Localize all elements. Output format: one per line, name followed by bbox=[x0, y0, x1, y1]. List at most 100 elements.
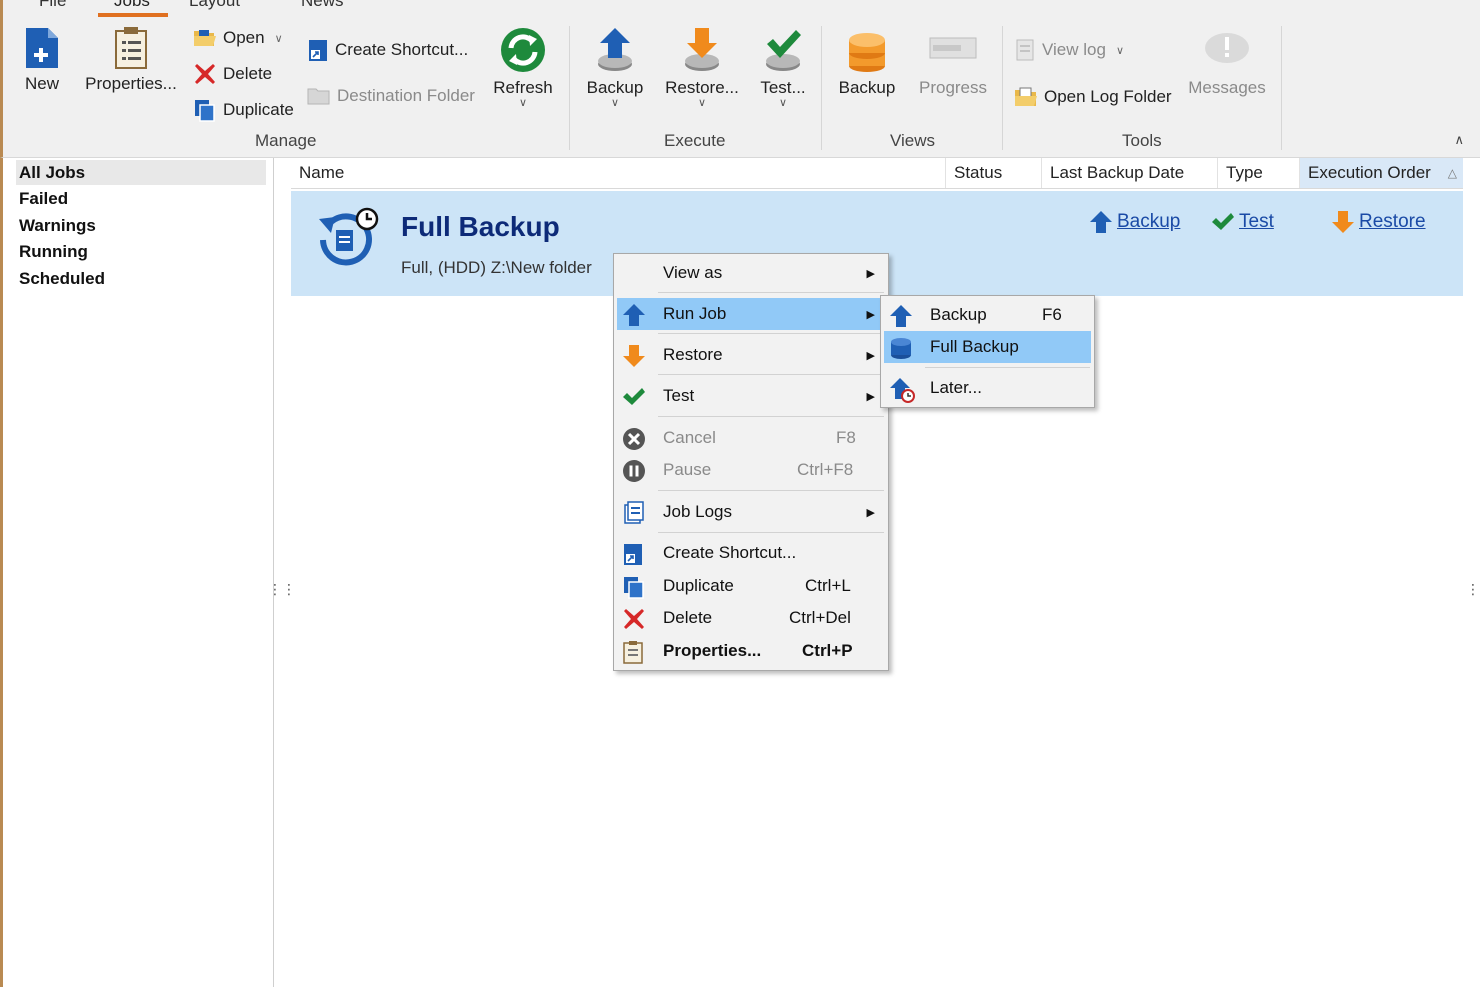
job-backup-link-label: Backup bbox=[1117, 211, 1181, 232]
filter-running[interactable]: Running bbox=[16, 239, 266, 264]
column-status[interactable]: Status bbox=[945, 158, 1041, 188]
menu-properties-label: Properties... bbox=[663, 641, 762, 660]
menu-duplicate[interactable]: Duplicate Ctrl+L bbox=[617, 570, 885, 602]
tab-file[interactable]: File bbox=[39, 0, 66, 11]
delete-x-icon bbox=[624, 609, 644, 629]
filter-all-jobs[interactable]: All Jobs bbox=[16, 160, 266, 185]
filter-scheduled[interactable]: Scheduled bbox=[16, 266, 266, 291]
chevron-down-icon: ∨ bbox=[697, 97, 707, 109]
duplicate-button[interactable]: Duplicate bbox=[193, 98, 294, 122]
chevron-down-icon: ∨ bbox=[274, 32, 283, 45]
job-test-link[interactable]: Test bbox=[1211, 210, 1274, 234]
job-title: Full Backup bbox=[401, 211, 560, 242]
job-logs-icon bbox=[624, 501, 644, 524]
tab-news[interactable]: News bbox=[301, 0, 344, 11]
submenu-later[interactable]: Later... bbox=[884, 372, 1091, 404]
execute-backup-label: Backup bbox=[586, 78, 644, 97]
open-log-folder-button[interactable]: Open Log Folder bbox=[1014, 85, 1172, 109]
menu-view-as[interactable]: View as ▶ bbox=[617, 257, 885, 289]
submenu-backup-shortcut: F6 bbox=[1042, 305, 1062, 324]
menu-job-logs[interactable]: Job Logs ▶ bbox=[617, 496, 885, 528]
duplicate-icon bbox=[195, 100, 215, 122]
log-icon bbox=[1016, 39, 1034, 61]
menu-separator bbox=[658, 374, 884, 375]
menu-restore[interactable]: Restore ▶ bbox=[617, 339, 885, 371]
clipboard-icon bbox=[115, 27, 147, 69]
view-progress-button[interactable]: Progress bbox=[915, 26, 991, 98]
submenu-arrow-icon: ▶ bbox=[866, 506, 875, 519]
database-icon bbox=[891, 338, 911, 359]
column-name[interactable]: Name bbox=[291, 158, 945, 188]
menu-create-shortcut[interactable]: Create Shortcut... bbox=[617, 537, 885, 569]
filter-warnings[interactable]: Warnings bbox=[16, 213, 266, 238]
submenu-backup[interactable]: Backup F6 bbox=[884, 299, 1091, 331]
filter-failed[interactable]: Failed bbox=[16, 186, 266, 211]
ribbon-tabs: File Jobs Layout News bbox=[0, 0, 1480, 18]
shortcut-icon bbox=[309, 40, 327, 61]
open-label: Open bbox=[223, 28, 265, 47]
chevron-down-icon: ∨ bbox=[610, 97, 620, 109]
menu-cancel-label: Cancel bbox=[663, 428, 716, 447]
test-check-icon bbox=[1212, 213, 1234, 230]
menu-separator bbox=[925, 367, 1090, 368]
group-separator bbox=[821, 26, 822, 150]
execute-restore-button[interactable]: Restore... ∨ bbox=[663, 26, 741, 109]
menu-delete[interactable]: Delete Ctrl+Del bbox=[617, 602, 885, 634]
column-last-backup-date[interactable]: Last Backup Date bbox=[1041, 158, 1217, 188]
submenu-arrow-icon: ▶ bbox=[866, 267, 875, 280]
execute-test-label: Test... bbox=[760, 78, 806, 97]
menu-cancel[interactable]: Cancel F8 bbox=[617, 422, 885, 454]
submenu-full-backup[interactable]: Full Backup bbox=[884, 331, 1091, 363]
messages-button[interactable]: Messages bbox=[1187, 26, 1267, 98]
execute-backup-button[interactable]: Backup ∨ bbox=[583, 26, 647, 109]
view-log-label: View log bbox=[1042, 40, 1106, 59]
view-backup-button[interactable]: Backup bbox=[835, 26, 899, 98]
execute-test-button[interactable]: Test... ∨ bbox=[755, 26, 811, 109]
run-job-arrow-icon bbox=[623, 304, 645, 326]
properties-label: Properties... bbox=[85, 74, 177, 93]
new-button[interactable]: New bbox=[17, 26, 67, 94]
menu-properties[interactable]: Properties... Ctrl+P bbox=[617, 635, 885, 667]
restore-arrow-icon bbox=[1332, 211, 1354, 233]
menu-test[interactable]: Test ▶ bbox=[617, 380, 885, 412]
menu-delete-shortcut: Ctrl+Del bbox=[789, 608, 851, 627]
menu-run-job[interactable]: Run Job ▶ bbox=[617, 298, 885, 330]
context-menu: View as ▶ Run Job ▶ Restore ▶ Test ▶ Can… bbox=[613, 253, 889, 671]
menu-job-logs-label: Job Logs bbox=[663, 502, 732, 521]
submenu-later-label: Later... bbox=[930, 378, 982, 397]
splitter-grip-icon[interactable]: ⋮ bbox=[1466, 582, 1480, 596]
menu-restore-label: Restore bbox=[663, 345, 723, 364]
submenu-arrow-icon: ▶ bbox=[866, 308, 875, 321]
menu-test-label: Test bbox=[663, 386, 695, 405]
menu-pause[interactable]: Pause Ctrl+F8 bbox=[617, 454, 885, 486]
column-execution-order-label: Execution Order bbox=[1308, 163, 1431, 182]
pause-circle-icon bbox=[623, 460, 645, 482]
destination-folder-button[interactable]: Destination Folder bbox=[307, 85, 475, 107]
job-description: Full, (HDD) Z:\New folder bbox=[401, 258, 592, 277]
splitter-grip-icon[interactable]: ⋮⋮ bbox=[268, 582, 296, 596]
refresh-button[interactable]: Refresh ∨ bbox=[491, 26, 555, 109]
log-folder-icon bbox=[1015, 87, 1037, 106]
column-type[interactable]: Type bbox=[1217, 158, 1299, 188]
delete-x-icon bbox=[195, 64, 215, 84]
new-document-icon bbox=[26, 28, 58, 68]
restore-arrow-icon bbox=[623, 345, 645, 367]
open-button[interactable]: Open ∨ bbox=[193, 26, 283, 50]
tab-jobs[interactable]: Jobs bbox=[114, 0, 150, 11]
destination-folder-label: Destination Folder bbox=[337, 86, 475, 105]
tab-layout[interactable]: Layout bbox=[189, 0, 240, 11]
group-separator bbox=[569, 26, 570, 150]
view-log-button[interactable]: View log ∨ bbox=[1014, 38, 1124, 62]
create-shortcut-button[interactable]: Create Shortcut... bbox=[307, 38, 468, 62]
menu-separator bbox=[658, 416, 884, 417]
menu-pause-label: Pause bbox=[663, 460, 712, 479]
delete-button[interactable]: Delete bbox=[193, 62, 272, 86]
column-execution-order[interactable]: Execution Order △ bbox=[1299, 158, 1463, 188]
refresh-label: Refresh bbox=[493, 78, 553, 97]
collapse-ribbon-icon[interactable]: ∧ bbox=[1454, 132, 1464, 148]
chevron-down-icon: ∨ bbox=[518, 97, 528, 109]
menu-duplicate-shortcut: Ctrl+L bbox=[805, 576, 851, 595]
job-restore-link[interactable]: Restore bbox=[1331, 210, 1426, 234]
properties-button[interactable]: Properties... bbox=[83, 26, 179, 94]
job-backup-link[interactable]: Backup bbox=[1089, 210, 1180, 234]
